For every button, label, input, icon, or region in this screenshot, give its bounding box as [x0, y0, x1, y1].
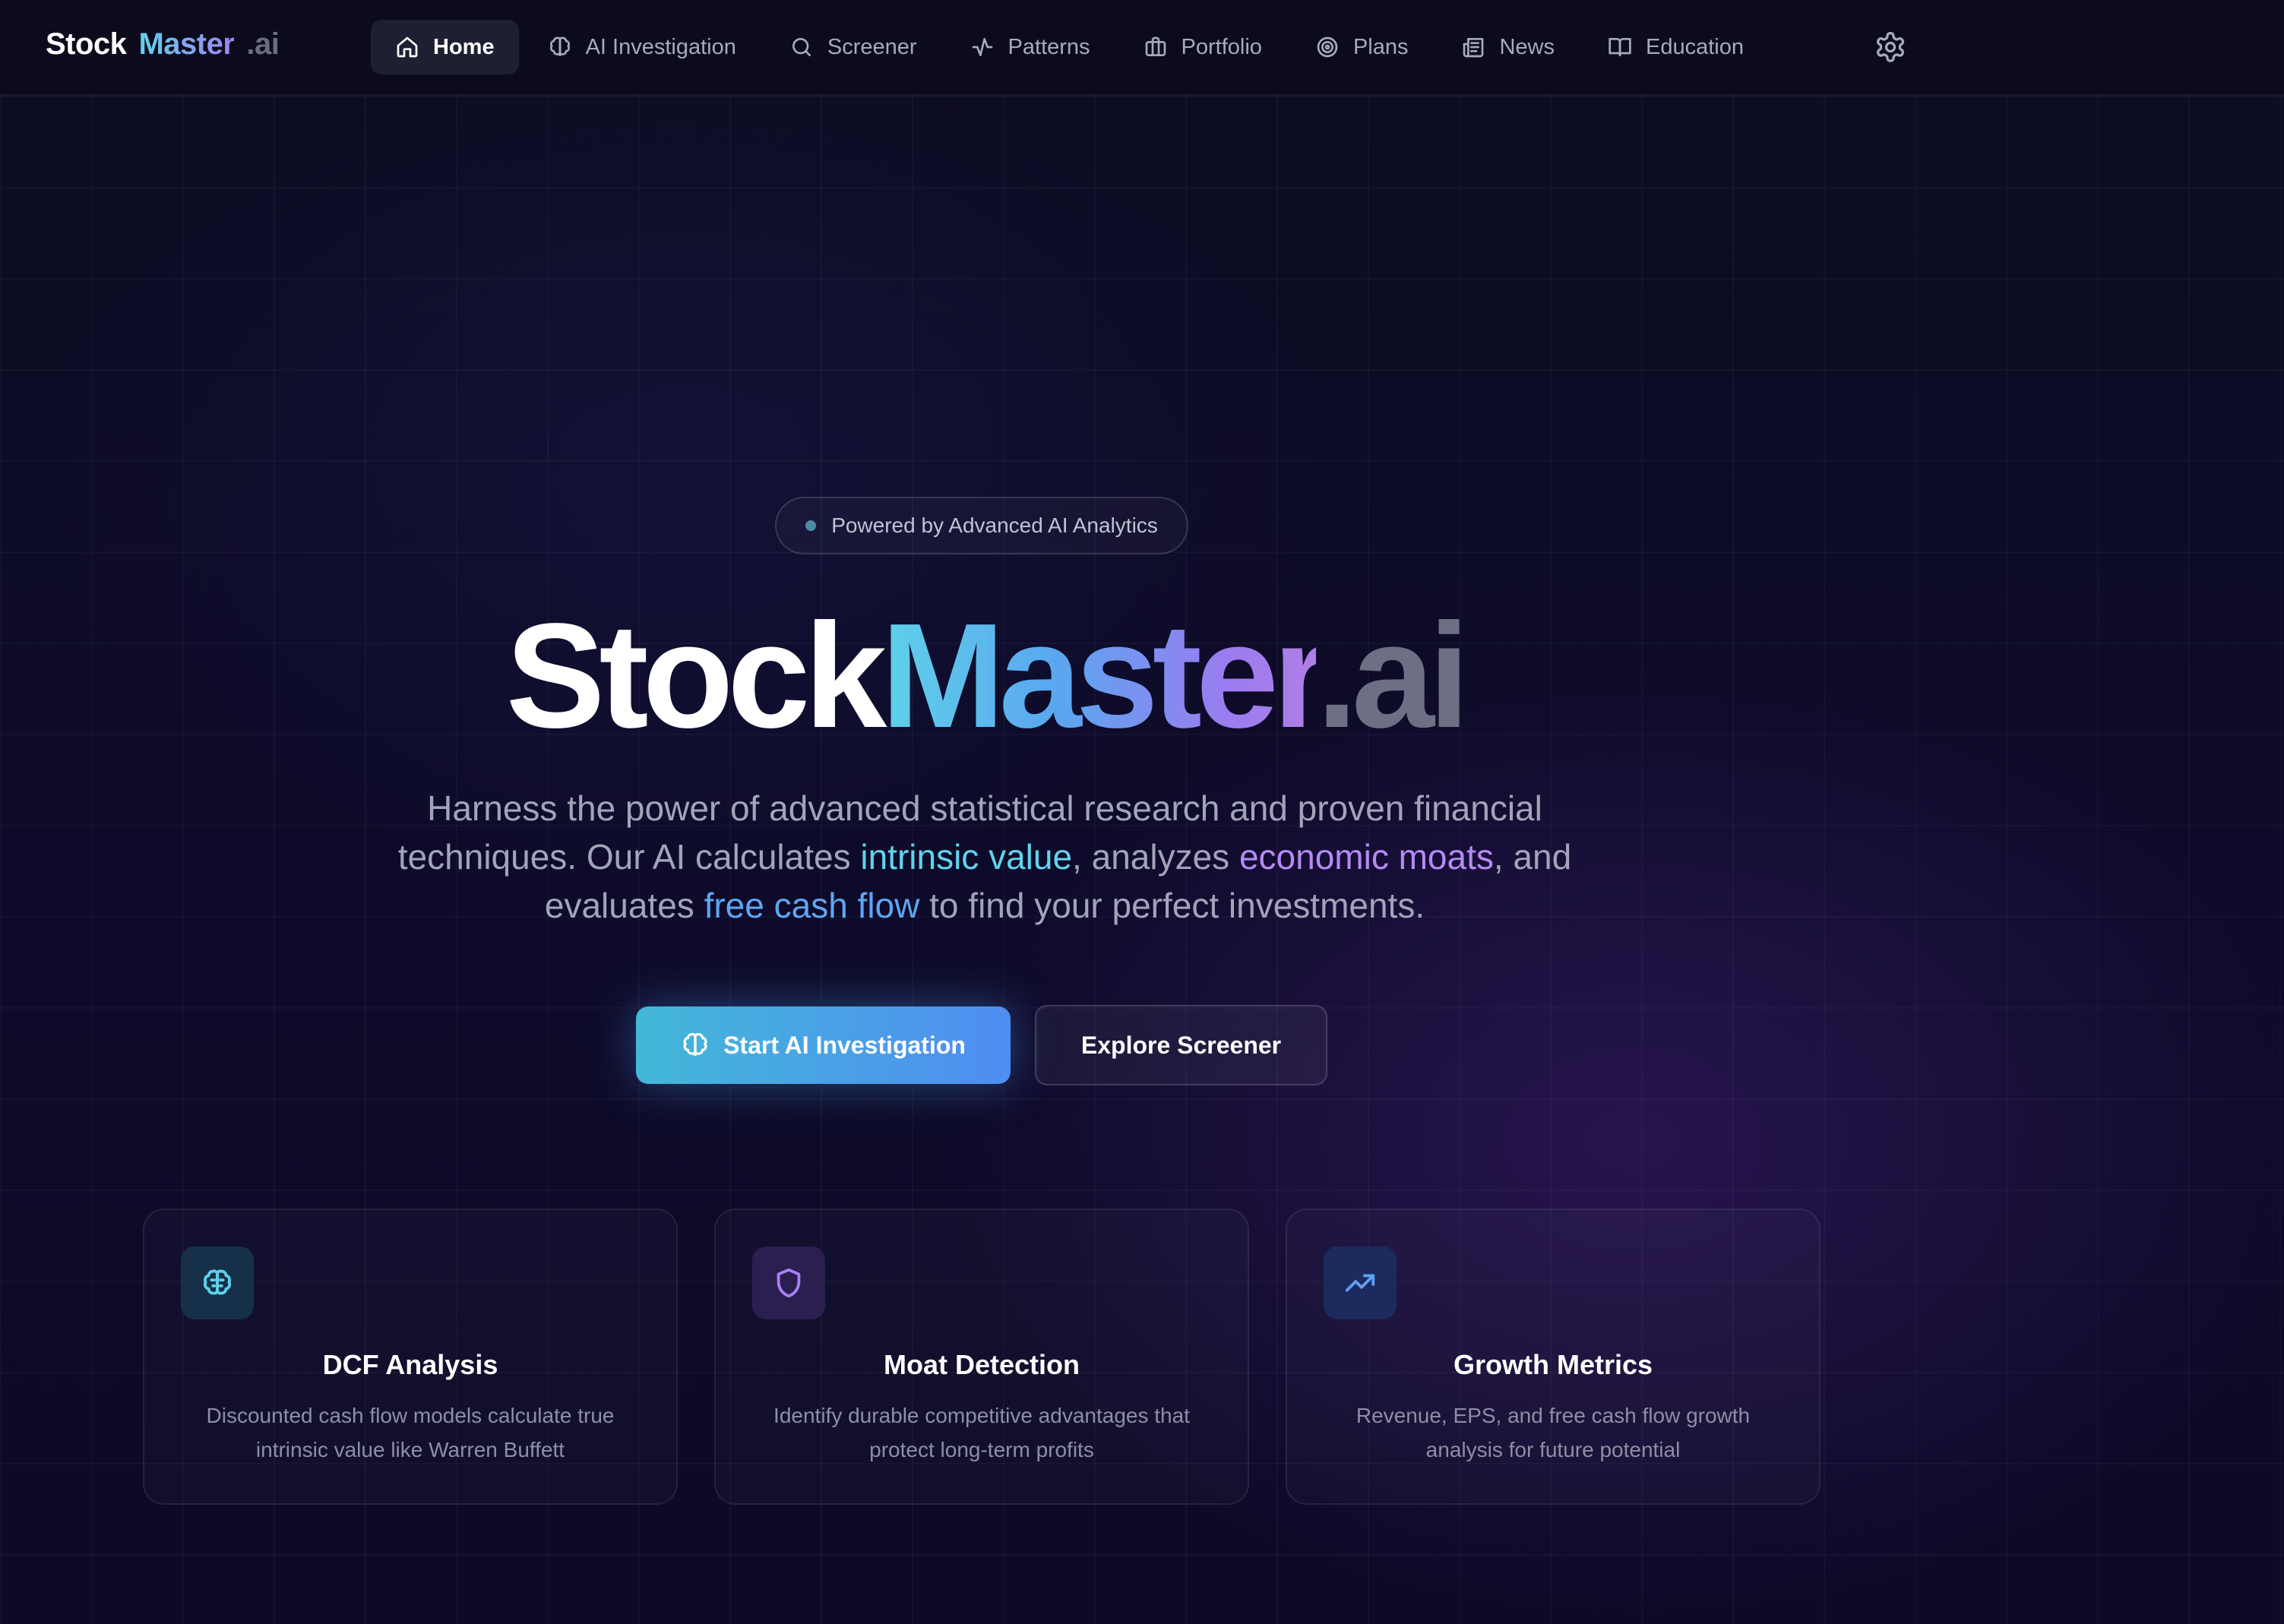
book-open-icon — [1608, 35, 1632, 59]
search-icon — [789, 35, 814, 59]
nav-item-label: Portfolio — [1181, 34, 1262, 59]
feature-description: Discounted cash flow models calculate tr… — [206, 1404, 615, 1461]
activity-icon — [970, 35, 995, 59]
explore-screener-button[interactable]: Explore Screener — [1035, 1005, 1327, 1085]
nav-item-portfolio[interactable]: Portfolio — [1119, 20, 1286, 74]
status-dot — [805, 520, 817, 531]
badge-label: Powered by Advanced AI Analytics — [831, 513, 1158, 537]
brain-icon — [681, 1031, 710, 1060]
highlight-economic-moats: economic moats — [1238, 837, 1494, 877]
hero-description: Harness the power of advanced statistica… — [380, 784, 1590, 930]
hero-title-master: Master — [881, 592, 1322, 759]
logo[interactable]: Stock Master .ai — [46, 27, 280, 70]
settings-button[interactable] — [1874, 30, 1907, 64]
highlight-intrinsic-value: intrinsic value — [860, 837, 1073, 877]
target-icon — [1315, 35, 1340, 59]
button-label: Explore Screener — [1080, 1031, 1282, 1059]
nav-item-screener[interactable]: Screener — [765, 20, 941, 74]
nav-item-label: News — [1499, 34, 1555, 59]
newspaper-icon — [1461, 35, 1485, 59]
logo-part-master: Master — [138, 27, 235, 61]
hero-title: StockMaster.ai — [0, 592, 1969, 760]
feature-card-dcf-analysis: DCF Analysis Discounted cash flow models… — [143, 1209, 678, 1505]
brain-icon — [548, 35, 572, 59]
nav-item-label: Screener — [827, 34, 917, 59]
top-navbar: Stock Master .ai Home AI Investigation S… — [0, 0, 2284, 96]
highlight-free-cash-flow: free cash flow — [704, 886, 920, 925]
start-ai-investigation-button[interactable]: Start AI Investigation — [636, 1006, 1011, 1084]
shield-icon — [771, 1265, 806, 1300]
logo-part-ai: .ai — [246, 27, 280, 61]
feature-title: Moat Detection — [883, 1349, 1080, 1380]
nav-item-patterns[interactable]: Patterns — [946, 20, 1115, 74]
nav-item-label: Education — [1646, 34, 1744, 59]
powered-by-badge: Powered by Advanced AI Analytics — [775, 497, 1188, 554]
hero-description-text: to find your perfect investments. — [919, 886, 1425, 925]
brain-icon — [200, 1265, 235, 1300]
feature-description: Identify durable competitive advantages … — [773, 1404, 1190, 1461]
nav-item-news[interactable]: News — [1437, 20, 1579, 74]
nav-item-education[interactable]: Education — [1583, 20, 1768, 74]
feature-card-growth-metrics: Growth Metrics Revenue, EPS, and free ca… — [1286, 1209, 1821, 1505]
feature-title: Growth Metrics — [1453, 1349, 1653, 1380]
trending-up-icon — [1343, 1265, 1378, 1300]
feature-icon-tile — [752, 1246, 825, 1319]
hero-description-text: , analyzes — [1072, 837, 1239, 877]
button-label: Start AI Investigation — [723, 1031, 966, 1059]
nav-item-plans[interactable]: Plans — [1291, 20, 1433, 74]
nav-item-label: Home — [433, 34, 495, 59]
nav-item-label: Patterns — [1008, 34, 1090, 59]
main-nav: Home AI Investigation Screener Patterns … — [371, 20, 1773, 74]
hero-title-ai: .ai — [1316, 592, 1469, 759]
feature-icon-tile — [181, 1246, 254, 1319]
hero-title-stock: Stock — [505, 592, 887, 759]
nav-item-home[interactable]: Home — [371, 20, 519, 74]
feature-card-moat-detection: Moat Detection Identify durable competit… — [714, 1209, 1249, 1505]
gear-icon — [1874, 30, 1907, 64]
feature-title: DCF Analysis — [322, 1349, 498, 1380]
home-icon — [395, 35, 419, 59]
nav-item-label: Plans — [1352, 34, 1409, 59]
nav-item-label: AI Investigation — [585, 34, 736, 59]
briefcase-icon — [1144, 35, 1168, 59]
nav-item-ai-investigation[interactable]: AI Investigation — [524, 20, 761, 74]
feature-icon-tile — [1324, 1246, 1397, 1319]
feature-description: Revenue, EPS, and free cash flow growth … — [1356, 1404, 1751, 1461]
logo-part-stock: Stock — [46, 27, 127, 61]
